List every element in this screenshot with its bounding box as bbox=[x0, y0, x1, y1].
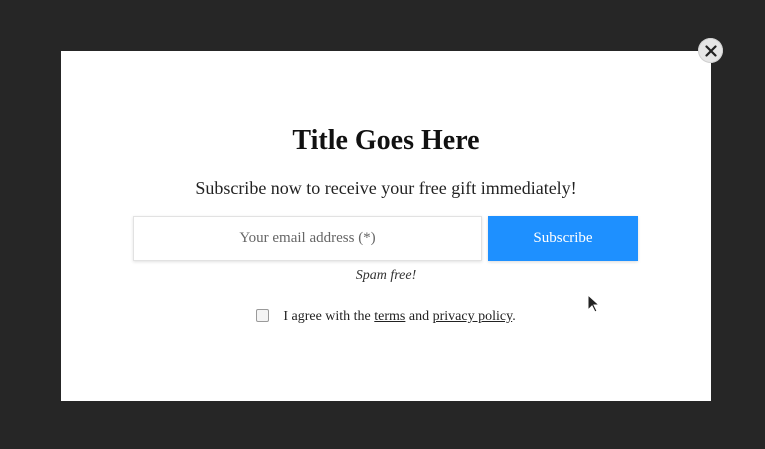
agree-and-text: and bbox=[408, 309, 430, 324]
spam-free-note: Spam free! bbox=[355, 268, 417, 283]
mouse-pointer-icon bbox=[587, 294, 601, 313]
agree-suffix-text: . bbox=[512, 309, 516, 324]
privacy-policy-link[interactable]: privacy policy bbox=[433, 309, 513, 324]
agree-prefix-text: I agree with the bbox=[283, 309, 371, 324]
agree-row: I agree with the terms and privacy polic… bbox=[61, 307, 711, 327]
modal-subtitle: Subscribe now to receive your free gift … bbox=[195, 178, 577, 198]
terms-link[interactable]: terms bbox=[374, 309, 405, 324]
agree-checkbox[interactable] bbox=[256, 309, 270, 322]
email-input[interactable] bbox=[133, 216, 482, 261]
modal-title: Title Goes Here bbox=[292, 125, 480, 156]
close-icon bbox=[704, 44, 717, 57]
subscribe-button[interactable]: Subscribe bbox=[488, 216, 638, 261]
close-button[interactable] bbox=[698, 38, 723, 63]
subscribe-modal: Title Goes Here Subscribe now to receive… bbox=[61, 51, 711, 401]
